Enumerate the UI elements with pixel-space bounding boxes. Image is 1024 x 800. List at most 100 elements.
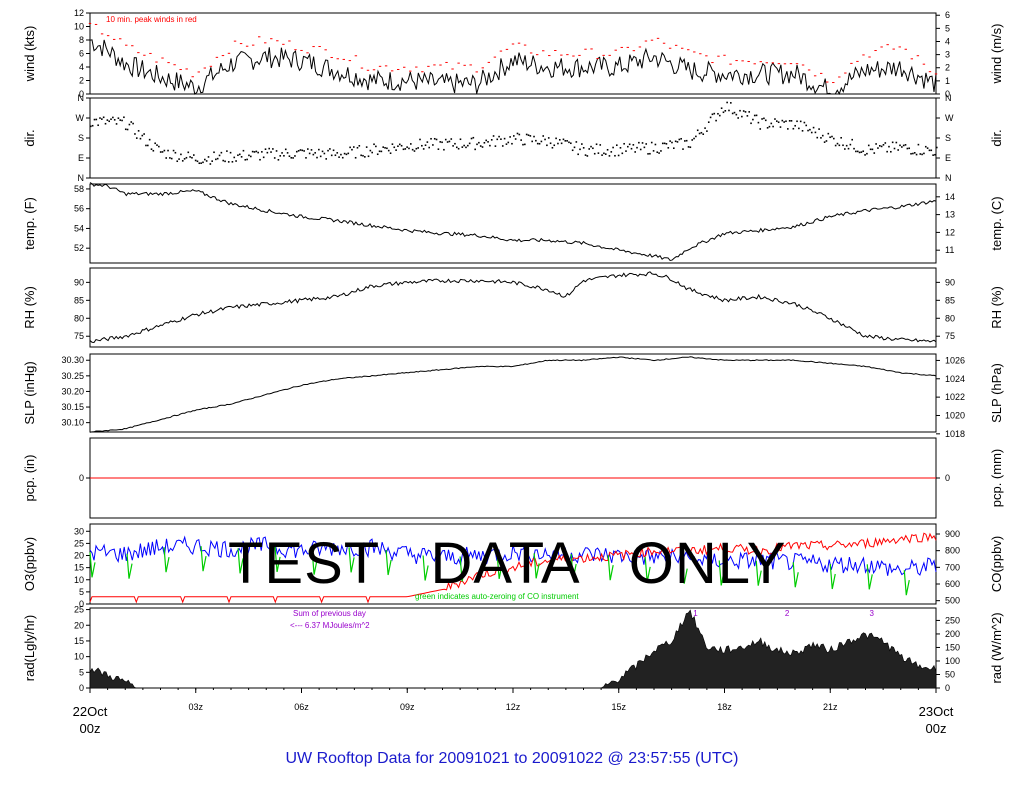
wind-direction-point bbox=[752, 118, 754, 121]
ytick-label-left-rad: 10 bbox=[74, 652, 84, 662]
wind-direction-point bbox=[671, 141, 673, 144]
wind-direction-point bbox=[603, 152, 605, 155]
wind-direction-point bbox=[930, 149, 933, 152]
wind-direction-point bbox=[426, 141, 429, 143]
wind-direction-point bbox=[216, 157, 219, 160]
wind-direction-point bbox=[211, 160, 213, 162]
wind-direction-point bbox=[189, 156, 191, 158]
ytick-label-left-rh: 75 bbox=[74, 331, 84, 341]
wind-direction-point bbox=[481, 146, 484, 148]
wind-direction-point bbox=[674, 140, 677, 143]
wind-direction-point bbox=[341, 156, 344, 159]
wind-direction-point bbox=[380, 150, 383, 153]
wind-direction-point bbox=[588, 148, 591, 150]
wind-direction-point bbox=[636, 146, 638, 149]
wind-direction-point bbox=[722, 111, 725, 114]
wind-direction-point bbox=[593, 152, 596, 155]
wind-direction-point bbox=[165, 157, 168, 159]
ytick-label-left-wind: 10 bbox=[74, 22, 84, 32]
wind-direction-point bbox=[299, 149, 302, 151]
ytick-label-right-o3co: 500 bbox=[945, 596, 960, 606]
wind-direction-point bbox=[413, 150, 416, 152]
wind-direction-point bbox=[308, 152, 311, 155]
ytick-label-right-dir: E bbox=[945, 153, 951, 163]
wind-direction-point bbox=[568, 141, 570, 144]
ytick-label-left-slp: 30.10 bbox=[61, 418, 84, 428]
wind-direction-point bbox=[101, 118, 103, 120]
wind-direction-point bbox=[505, 143, 508, 145]
ytick-label-right-o3co: 600 bbox=[945, 579, 960, 589]
wind-direction-point bbox=[590, 145, 592, 148]
wind-direction-point bbox=[564, 140, 567, 142]
wind-direction-point bbox=[757, 121, 760, 124]
wind-direction-point bbox=[286, 152, 289, 154]
wind-direction-point bbox=[746, 115, 749, 117]
wind-direction-point bbox=[424, 144, 427, 147]
wind-direction-point bbox=[801, 130, 804, 132]
wind-direction-point bbox=[128, 123, 131, 126]
wind-direction-point bbox=[628, 143, 631, 146]
wind-direction-point bbox=[485, 139, 488, 142]
wind-direction-point bbox=[860, 151, 863, 153]
panel-frame-dir bbox=[89, 97, 937, 179]
wind-direction-point bbox=[707, 121, 710, 123]
ylabel-left-pcp: pcp. (in) bbox=[22, 455, 37, 502]
ytick-label-left-rad: 20 bbox=[74, 620, 84, 630]
wind-direction-point bbox=[354, 156, 357, 159]
wind-direction-point bbox=[766, 127, 769, 129]
wind-direction-point bbox=[709, 116, 712, 119]
wind-direction-point bbox=[796, 120, 798, 123]
wind-direction-point bbox=[421, 144, 423, 147]
wind-direction-point bbox=[290, 156, 293, 159]
rad-sum-value-annotation: <--- 6.37 MJoules/m^2 bbox=[290, 621, 370, 630]
wind-direction-point bbox=[143, 133, 145, 135]
wind-direction-point bbox=[316, 156, 318, 159]
co-autozero-marker bbox=[903, 570, 910, 596]
ytick-label-left-wind: 4 bbox=[79, 62, 84, 72]
wind-direction-point bbox=[303, 150, 305, 152]
ytick-label-right-o3co: 800 bbox=[945, 546, 960, 556]
ytick-label-left-o3co: 10 bbox=[74, 575, 84, 585]
wind-direction-point bbox=[112, 116, 114, 119]
wind-direction-point bbox=[334, 154, 337, 157]
wind-direction-point bbox=[336, 152, 339, 154]
wind-direction-point bbox=[845, 144, 848, 147]
wind-direction-point bbox=[764, 119, 767, 122]
wind-direction-point bbox=[926, 147, 929, 149]
wind-direction-point bbox=[397, 145, 399, 148]
ylabel-left-dir: dir. bbox=[22, 129, 37, 146]
wind-direction-point bbox=[696, 129, 699, 132]
wind-direction-point bbox=[450, 138, 453, 140]
wind-direction-point bbox=[599, 144, 602, 146]
wind-direction-point bbox=[527, 134, 530, 136]
wind-direction-point bbox=[737, 117, 739, 119]
wind-direction-point bbox=[251, 150, 254, 153]
ytick-label-left-o3co: 25 bbox=[74, 538, 84, 548]
wind-direction-point bbox=[183, 158, 186, 160]
wind-direction-point bbox=[498, 135, 500, 138]
ytick-label-left-temp: 52 bbox=[74, 243, 84, 253]
ytick-label-right-o3co: 900 bbox=[945, 529, 960, 539]
wind-direction-point bbox=[301, 149, 304, 152]
wind-direction-point bbox=[237, 154, 239, 157]
wind-direction-point bbox=[623, 142, 625, 145]
wind-direction-point bbox=[520, 139, 522, 141]
wind-direction-point bbox=[187, 151, 190, 154]
wind-direction-point bbox=[807, 129, 809, 132]
wind-direction-point bbox=[213, 151, 215, 154]
ytick-label-right-rh: 85 bbox=[945, 295, 955, 305]
wind-direction-point bbox=[647, 153, 649, 155]
wind-direction-point bbox=[533, 135, 535, 138]
wind-direction-point bbox=[487, 141, 489, 143]
ytick-label-left-o3co: 20 bbox=[74, 551, 84, 561]
ylabel-left-slp: SLP (inHg) bbox=[22, 361, 37, 424]
wind-direction-point bbox=[788, 120, 791, 122]
wind-direction-point bbox=[625, 150, 627, 152]
wind-direction-point bbox=[632, 144, 635, 146]
ytick-label-left-o3co: 15 bbox=[74, 563, 84, 573]
wind-direction-point bbox=[457, 147, 460, 150]
wind-direction-point bbox=[443, 148, 445, 151]
ytick-label-left-wind: 2 bbox=[79, 76, 84, 86]
wind-direction-point bbox=[410, 143, 412, 145]
wind-direction-point bbox=[641, 142, 644, 144]
